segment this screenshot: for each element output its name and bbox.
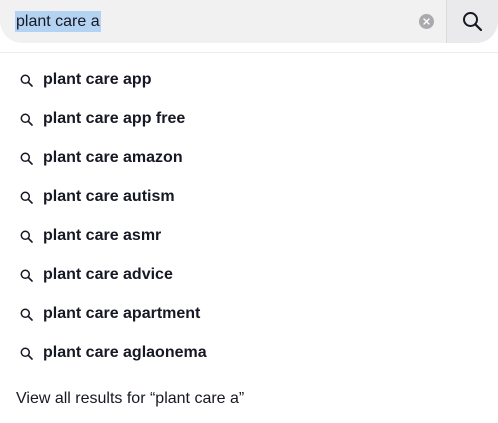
suggestion-label: plant care amazon [43,149,183,166]
search-icon [20,152,33,165]
search-button[interactable] [447,0,498,43]
search-icon [20,113,33,126]
suggestion-label: plant care asmr [43,227,162,244]
search-icon [20,347,33,360]
search-icon [20,230,33,243]
search-bar: plant care a [0,0,498,43]
suggestion-label: plant care apartment [43,305,201,322]
suggestion-item[interactable]: plant care amazon [0,139,498,178]
suggestion-label: plant care app free [43,110,186,127]
suggestion-item[interactable]: plant care app [0,61,498,100]
suggestion-label: plant care app [43,71,152,88]
clear-search-button[interactable] [419,14,434,29]
suggestion-label: plant care advice [43,266,173,283]
suggestion-item[interactable]: plant care asmr [0,217,498,256]
suggestion-item[interactable]: plant care aglaonema [0,334,498,373]
search-input-value[interactable]: plant care a [15,11,101,32]
search-icon [20,191,33,204]
search-icon [20,269,33,282]
suggestion-item[interactable]: plant care app free [0,100,498,139]
search-icon [463,12,483,32]
search-icon [20,74,33,87]
view-all-results-link[interactable]: View all results for “plant care a” [16,389,244,409]
suggestion-label: plant care autism [43,188,175,205]
clear-icon [423,18,430,25]
search-page: plant care a plant care app plant care a… [0,0,498,423]
suggestion-item[interactable]: plant care apartment [0,295,498,334]
suggestions-dropdown: plant care app plant care app free plant… [0,52,498,423]
suggestion-item[interactable]: plant care autism [0,178,498,217]
search-input[interactable]: plant care a [15,10,101,33]
search-icon [20,308,33,321]
suggestion-label: plant care aglaonema [43,344,207,361]
suggestion-item[interactable]: plant care advice [0,256,498,295]
